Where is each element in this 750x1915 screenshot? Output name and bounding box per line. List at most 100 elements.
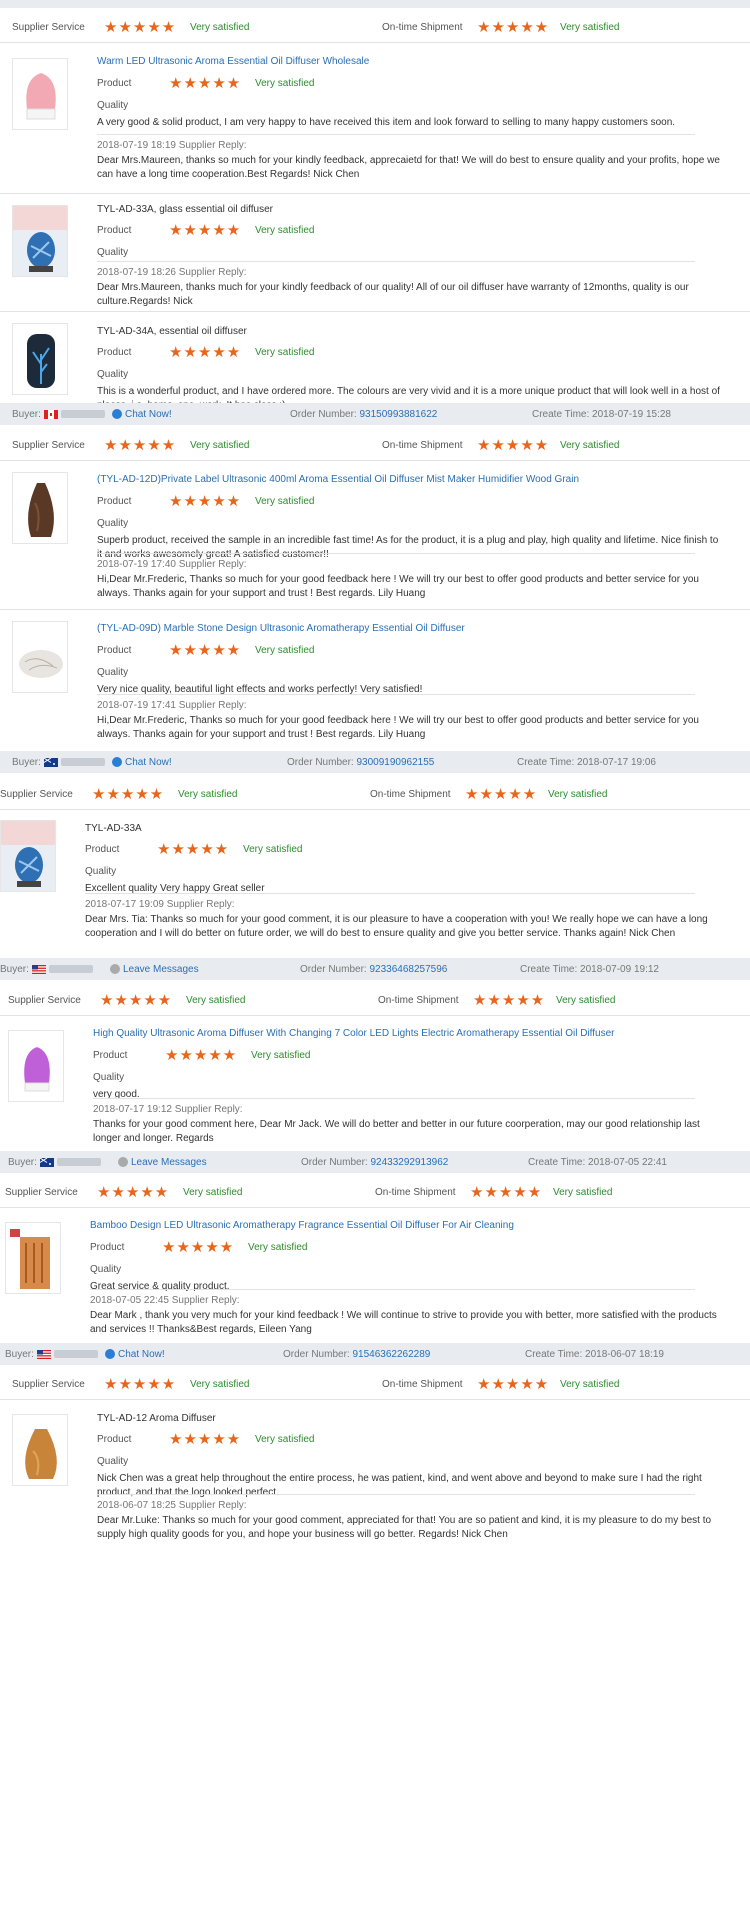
- order-number-value[interactable]: 91546362262289: [352, 1349, 430, 1360]
- create-time-label: Create Time:: [525, 1349, 586, 1360]
- supplier-service-label: Supplier Service: [8, 995, 81, 1006]
- reply-header: 2018-07-05 22:45 Supplier Reply:: [90, 1295, 240, 1306]
- contact-label[interactable]: Leave Messages: [123, 964, 199, 975]
- product-rating-label: Product: [93, 1050, 128, 1061]
- rating-divider: [0, 1207, 750, 1208]
- ontime-shipment-label: On-time Shipment: [370, 789, 451, 800]
- create-time-label: Create Time:: [517, 757, 578, 768]
- product-rating-value: Very satisfied: [255, 78, 315, 89]
- blue-glass-diffuser-icon: [1, 821, 55, 891]
- reply-divider: [97, 1494, 695, 1495]
- product-title[interactable]: High Quality Ultrasonic Aroma Diffuser W…: [93, 1028, 735, 1039]
- supplier-reply-text: Dear Mark , thank you very much for your…: [90, 1310, 717, 1335]
- supplier-service-label: Supplier Service: [0, 789, 73, 800]
- product-title[interactable]: (TYL-AD-09D) Marble Stone Design Ultraso…: [97, 623, 735, 634]
- product-rating-value: Very satisfied: [255, 496, 315, 507]
- product-rating-label: Product: [85, 844, 120, 855]
- product-rating-label: Product: [97, 496, 132, 507]
- contact-label[interactable]: Leave Messages: [131, 1157, 207, 1168]
- order-number: Order Number: 92336468257596: [300, 964, 447, 975]
- quality-label: Quality: [97, 1456, 129, 1467]
- australia-flag-icon: [39, 1157, 54, 1167]
- supplier-reply-label: Supplier Reply:: [178, 1500, 247, 1511]
- reply-date: 2018-07-19 18:19: [97, 140, 176, 151]
- order-number: Order Number: 91546362262289: [283, 1349, 430, 1360]
- ontime-shipment-rating: Very satisfied: [548, 789, 608, 800]
- quality-label: Quality: [97, 518, 129, 529]
- supplier-reply-label: Supplier Reply:: [178, 140, 247, 151]
- message-icon: [118, 1157, 128, 1168]
- order-number-label: Order Number:: [287, 757, 357, 768]
- buyer-name-redacted: [60, 410, 105, 419]
- product-rating-label: Product: [97, 78, 132, 89]
- chat-now-button[interactable]: Chat Now!: [112, 757, 172, 768]
- product-title[interactable]: Bamboo Design LED Ultrasonic Aromatherap…: [90, 1220, 735, 1231]
- order-number-value[interactable]: 93009190962155: [356, 757, 434, 768]
- product-thumbnail[interactable]: [12, 621, 68, 693]
- ontime-shipment-stars: ★★★★★: [470, 1184, 543, 1201]
- product-thumbnail[interactable]: [8, 1030, 64, 1102]
- product-thumbnail[interactable]: [12, 472, 68, 544]
- product-title[interactable]: (TYL-AD-12D)Private Label Ultrasonic 400…: [97, 474, 735, 485]
- buyer-order-bar: Buyer: Chat Now! Order Number: 93150993881…: [0, 403, 750, 425]
- buyer-order-bar: Buyer: Leave Messages Order Number: 923364…: [0, 958, 750, 980]
- order-number-label: Order Number:: [290, 409, 360, 420]
- purple-led-diffuser-icon: [9, 1031, 63, 1101]
- supplier-service-rating: Very satisfied: [178, 789, 238, 800]
- product-rating-value: Very satisfied: [251, 1050, 311, 1061]
- supplier-service-label: Supplier Service: [12, 1379, 85, 1390]
- supplier-service-rating: Very satisfied: [190, 1379, 250, 1390]
- product-rating-stars: ★★★★★: [169, 222, 242, 239]
- product-rating-value: Very satisfied: [248, 1242, 308, 1253]
- review-divider: [0, 193, 750, 194]
- order-number: Order Number: 92433292913962: [301, 1157, 448, 1168]
- supplier-service-rating: Very satisfied: [183, 1187, 243, 1198]
- supplier-reply-text: Dear Mrs.Maureen, thanks much for your k…: [97, 282, 689, 307]
- create-time-label: Create Time:: [528, 1157, 589, 1168]
- blue-glass-diffuser-icon: [13, 206, 67, 276]
- reply-divider: [97, 694, 695, 695]
- contact-label[interactable]: Chat Now!: [118, 1349, 165, 1360]
- product-title[interactable]: Warm LED Ultrasonic Aroma Essential Oil …: [97, 56, 735, 67]
- order-number-value[interactable]: 93150993881622: [359, 409, 437, 420]
- chat-now-button[interactable]: Chat Now!: [105, 1349, 165, 1360]
- ontime-shipment-stars: ★★★★★: [465, 786, 538, 803]
- chat-now-button[interactable]: Chat Now!: [112, 409, 172, 420]
- supplier-service-stars: ★★★★★: [104, 19, 177, 36]
- buyer-label: Buyer:: [12, 757, 41, 768]
- reply-date: 2018-07-05 22:45: [90, 1295, 169, 1306]
- buyer-label: Buyer:: [12, 409, 41, 420]
- supplier-reply-label: Supplier Reply:: [171, 1295, 240, 1306]
- create-time: Create Time: 2018-07-17 19:06: [517, 757, 656, 768]
- product-thumbnail[interactable]: [12, 58, 68, 130]
- contact-label[interactable]: Chat Now!: [125, 757, 172, 768]
- buyer-label: Buyer:: [8, 1157, 37, 1168]
- buyer-comment: Nick Chen was a great help throughout th…: [97, 1473, 702, 1498]
- reply-header: 2018-07-17 19:12 Supplier Reply:: [93, 1104, 243, 1115]
- supplier-reply-text: Thanks for your good comment here, Dear …: [93, 1119, 700, 1144]
- product-thumbnail[interactable]: [0, 820, 56, 892]
- reply-divider: [90, 1289, 695, 1290]
- product-rating-stars: ★★★★★: [169, 1431, 242, 1448]
- ontime-shipment-label: On-time Shipment: [378, 995, 459, 1006]
- product-thumbnail[interactable]: [12, 205, 68, 277]
- buyer-name-redacted: [48, 965, 93, 974]
- order-number-value[interactable]: 92336468257596: [369, 964, 447, 975]
- order-number-value[interactable]: 92433292913962: [370, 1157, 448, 1168]
- buyer-comment: Superb product, received the sample in a…: [97, 535, 719, 560]
- product-rating-label: Product: [97, 347, 132, 358]
- contact-label[interactable]: Chat Now!: [125, 409, 172, 420]
- supplier-reply-label: Supplier Reply:: [166, 899, 235, 910]
- product-thumbnail[interactable]: [12, 1414, 68, 1486]
- buyer-info: Buyer:: [0, 964, 97, 975]
- product-thumbnail[interactable]: [5, 1222, 61, 1294]
- leave-messages-button[interactable]: Leave Messages: [118, 1157, 207, 1168]
- ontime-shipment-stars: ★★★★★: [477, 1376, 550, 1393]
- product-rating-value: Very satisfied: [255, 645, 315, 656]
- product-rating-stars: ★★★★★: [169, 344, 242, 361]
- product-title: TYL-AD-33A: [85, 823, 142, 834]
- leave-messages-button[interactable]: Leave Messages: [110, 964, 199, 975]
- supplier-reply-text: Dear Mrs. Tia: Thanks so much for your g…: [85, 914, 708, 939]
- ontime-shipment-rating: Very satisfied: [560, 440, 620, 451]
- product-thumbnail[interactable]: [12, 323, 68, 395]
